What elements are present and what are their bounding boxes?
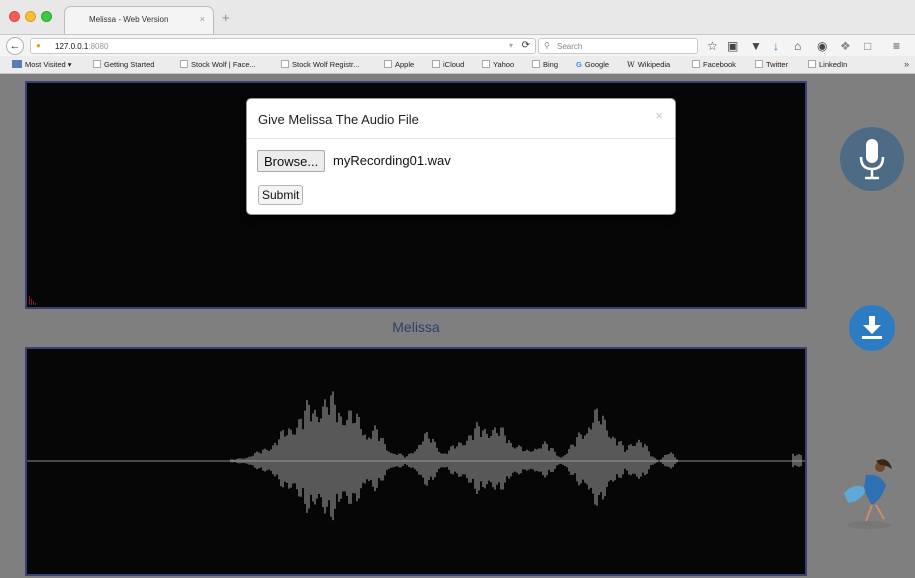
sidebar-icon[interactable]: □ [864,39,871,53]
bookmark-label: Google [584,60,610,69]
reload-icon[interactable]: ⟳ [522,40,530,51]
page-icon [808,60,816,68]
bookmark-label: Stock Wolf Registr... [292,60,360,69]
tab-title: Melissa - Web Version [89,15,169,24]
dancer-illustration [836,453,902,536]
google-icon: G [576,60,582,69]
bookmark-label: Stock Wolf | Face... [191,60,256,69]
tab-close-icon[interactable]: × [200,14,205,24]
selected-file-name: myRecording01.wav [333,153,451,168]
microphone-icon [859,139,885,180]
site-info-icon[interactable]: ● [36,41,41,50]
page-icon [692,60,700,68]
url-port: :8080 [88,42,109,51]
browse-file-button[interactable]: Browse... [257,150,326,172]
dancer-icon [844,459,892,529]
url-text: 127.0.0.1:8080 [55,42,108,51]
new-tab-button[interactable]: + [222,10,230,25]
spectrum-bars [29,295,37,305]
bookmark-stock-wolf-facebook[interactable]: Stock Wolf | Face... [180,60,256,69]
browser-tab[interactable]: Melissa - Web Version × [64,6,214,34]
tab-bar: Melissa - Web Version × + [0,0,915,34]
star-icon[interactable]: ☆ [707,39,718,53]
waveform-graphic [27,391,805,521]
bookmark-label: Most Visited ▾ [25,60,72,69]
page-icon [281,60,289,68]
bookmark-yahoo[interactable]: Yahoo [482,60,514,69]
back-button[interactable]: ← [6,37,24,55]
submit-button[interactable]: Submit [258,185,304,205]
bookmark-wikipedia[interactable]: W Wikipedia [627,60,670,69]
page-content: Melissa Give Melissa The Audio File × Br… [0,75,915,578]
url-dropdown-icon[interactable]: ▾ [509,41,513,50]
reading-list-icon[interactable]: ▣ [727,39,738,53]
bookmark-label: Facebook [703,60,736,69]
waveform-visualizer [25,347,807,576]
bookmark-google[interactable]: G Google [576,60,609,69]
search-icon: ⚲ [544,41,550,50]
menu-icon[interactable]: ≡ [893,39,900,53]
minimize-window-button[interactable] [25,11,36,22]
download-icon[interactable]: ↓ [773,39,779,53]
bookmarks-overflow-icon[interactable]: » [904,59,909,69]
upload-audio-modal: Give Melissa The Audio File × Browse... … [246,98,676,215]
bookmark-most-visited[interactable]: Most Visited ▾ [12,60,72,69]
bookmark-facebook[interactable]: Facebook [692,60,736,69]
bookmark-label: iCloud [443,60,465,69]
page-icon [532,60,540,68]
bookmark-label: Bing [543,60,559,69]
url-host: 127.0.0.1 [55,42,89,51]
bookmark-twitter[interactable]: Twitter [755,60,788,69]
bookmark-getting-started[interactable]: Getting Started [93,60,154,69]
bookmark-label: Getting Started [104,60,155,69]
download-arrow-icon [862,316,882,339]
bookmarks-bar: Most Visited ▾ Getting Started Stock Wol… [0,56,915,74]
bookmark-label: LinkedIn [819,60,848,69]
assistant-name-label: Melissa [392,319,440,335]
bookmark-linkedin[interactable]: LinkedIn [808,60,847,69]
folder-icon [12,60,22,68]
microphone-button[interactable] [840,127,904,191]
search-bar[interactable]: ⚲ Search [538,38,698,54]
bookmark-bing[interactable]: Bing [532,60,558,69]
chat-icon[interactable]: ◉ [817,39,827,53]
shield-icon[interactable]: ❖ [840,39,851,53]
bookmark-label: Yahoo [493,60,515,69]
modal-header: Give Melissa The Audio File × [247,99,675,139]
modal-close-icon[interactable]: × [655,108,663,123]
url-bar[interactable]: ● 127.0.0.1:8080 ▾ ⟳ [30,38,536,54]
bookmark-stock-wolf-registration[interactable]: Stock Wolf Registr... [281,60,359,69]
close-window-button[interactable] [9,11,20,22]
wikipedia-icon: W [627,60,635,69]
page-icon [755,60,763,68]
page-icon [180,60,188,68]
page-icon [482,60,490,68]
home-icon[interactable]: ⌂ [794,39,801,53]
page-icon [93,60,101,68]
bookmark-label: Apple [395,60,415,69]
zoom-window-button[interactable] [41,11,52,22]
download-button[interactable] [849,305,895,351]
search-placeholder: Search [557,42,583,51]
page-icon [384,60,392,68]
navigation-bar: ← ● 127.0.0.1:8080 ▾ ⟳ ⚲ Search ☆ ▣ ▼ ↓ … [0,34,915,56]
bookmark-label: Wikipedia [637,60,671,69]
modal-title: Give Melissa The Audio File [258,112,419,127]
bookmark-icloud[interactable]: iCloud [432,60,464,69]
pocket-icon[interactable]: ▼ [750,39,762,53]
bookmark-apple[interactable]: Apple [384,60,414,69]
page-icon [432,60,440,68]
bookmark-label: Twitter [766,60,789,69]
